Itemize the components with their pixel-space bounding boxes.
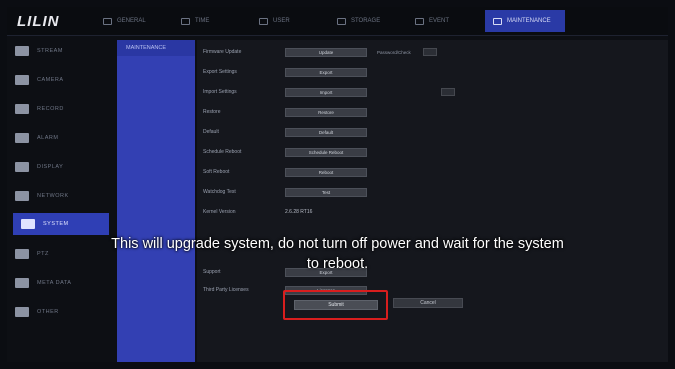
menu-item-stream[interactable]: STREAM <box>7 36 115 65</box>
camera-icon <box>15 74 29 85</box>
maintenance-content: Firmware Update Update Password/Check Ex… <box>197 40 668 362</box>
tab-bar: GENERAL TIME USER STORAGE EVENT MAINTENA… <box>95 10 565 32</box>
menu-item-camera[interactable]: CAMERA <box>7 65 115 94</box>
menu-item-record[interactable]: RECORD <box>7 94 115 123</box>
upgrade-warning-message: This will upgrade system, do not turn of… <box>111 236 564 272</box>
tab-maintenance[interactable]: MAINTENANCE <box>485 10 565 32</box>
meta-data-icon <box>15 277 29 288</box>
event-icon <box>415 17 424 25</box>
import-settings-button[interactable]: Import <box>285 87 367 97</box>
test-button[interactable]: Test <box>285 187 367 197</box>
tab-storage[interactable]: STORAGE <box>329 10 407 32</box>
default-button[interactable]: Default <box>285 127 367 137</box>
cancel-button[interactable]: Cancel <box>393 298 463 308</box>
submenu-item-maintenance[interactable]: MAINTENANCE <box>117 40 195 56</box>
maintenance-icon <box>493 17 502 25</box>
menu-item-network[interactable]: NETWORK <box>7 181 115 210</box>
lilin-logo: LILIN <box>17 13 60 30</box>
update-button[interactable]: Update <box>285 47 367 57</box>
top-navigation-bar: LILIN GENERAL TIME USER STORAGE EVENT MA… <box>7 7 668 36</box>
stream-icon <box>15 45 29 56</box>
submenu-panel: MAINTENANCE <box>117 40 195 362</box>
other-icon <box>15 306 29 317</box>
watchdog-test-row: Watchdog Test Test <box>203 186 367 198</box>
left-menu: STREAM CAMERA RECORD ALARM DISPLAY NETWO… <box>7 36 115 362</box>
storage-icon <box>337 17 346 25</box>
import-option-box[interactable] <box>441 88 455 96</box>
system-icon <box>21 219 35 229</box>
display-icon <box>15 161 29 172</box>
tab-user[interactable]: USER <box>251 10 329 32</box>
record-icon <box>15 103 29 114</box>
soft-reboot-row: Soft Reboot Reboot <box>203 166 367 178</box>
user-icon <box>259 17 268 25</box>
menu-item-display[interactable]: DISPLAY <box>7 152 115 181</box>
import-settings-row: Import Settings Import <box>203 86 455 98</box>
export-settings-button[interactable]: Export <box>285 67 367 77</box>
password-check-field[interactable] <box>422 48 437 56</box>
submit-highlight-box: Submit <box>283 290 388 320</box>
calendar-icon <box>181 17 190 25</box>
tab-event[interactable]: EVENT <box>407 10 485 32</box>
reboot-button[interactable]: Reboot <box>285 167 367 177</box>
sliders-icon <box>103 17 112 25</box>
submit-button[interactable]: Submit <box>294 300 378 310</box>
network-icon <box>15 190 29 201</box>
tab-time[interactable]: TIME <box>173 10 251 32</box>
default-row: Default Default <box>203 126 367 138</box>
export-settings-row: Export Settings Export <box>203 66 367 78</box>
restore-row: Restore Restore <box>203 106 367 118</box>
menu-item-system[interactable]: SYSTEM <box>13 213 109 235</box>
schedule-reboot-button[interactable]: Schedule Reboot <box>285 147 367 157</box>
menu-item-alarm[interactable]: ALARM <box>7 123 115 152</box>
kernel-version-value: 2.6.28 RT16 <box>285 209 313 215</box>
firmware-update-row: Firmware Update Update Password/Check <box>203 46 437 58</box>
alarm-icon <box>15 132 29 143</box>
kernel-version-row: Kernel Version 2.6.28 RT16 <box>203 209 313 215</box>
tab-general[interactable]: GENERAL <box>95 10 173 32</box>
restore-button[interactable]: Restore <box>285 107 367 117</box>
schedule-reboot-row: Schedule Reboot Schedule Reboot <box>203 146 367 158</box>
menu-item-other[interactable]: OTHER <box>7 297 115 326</box>
